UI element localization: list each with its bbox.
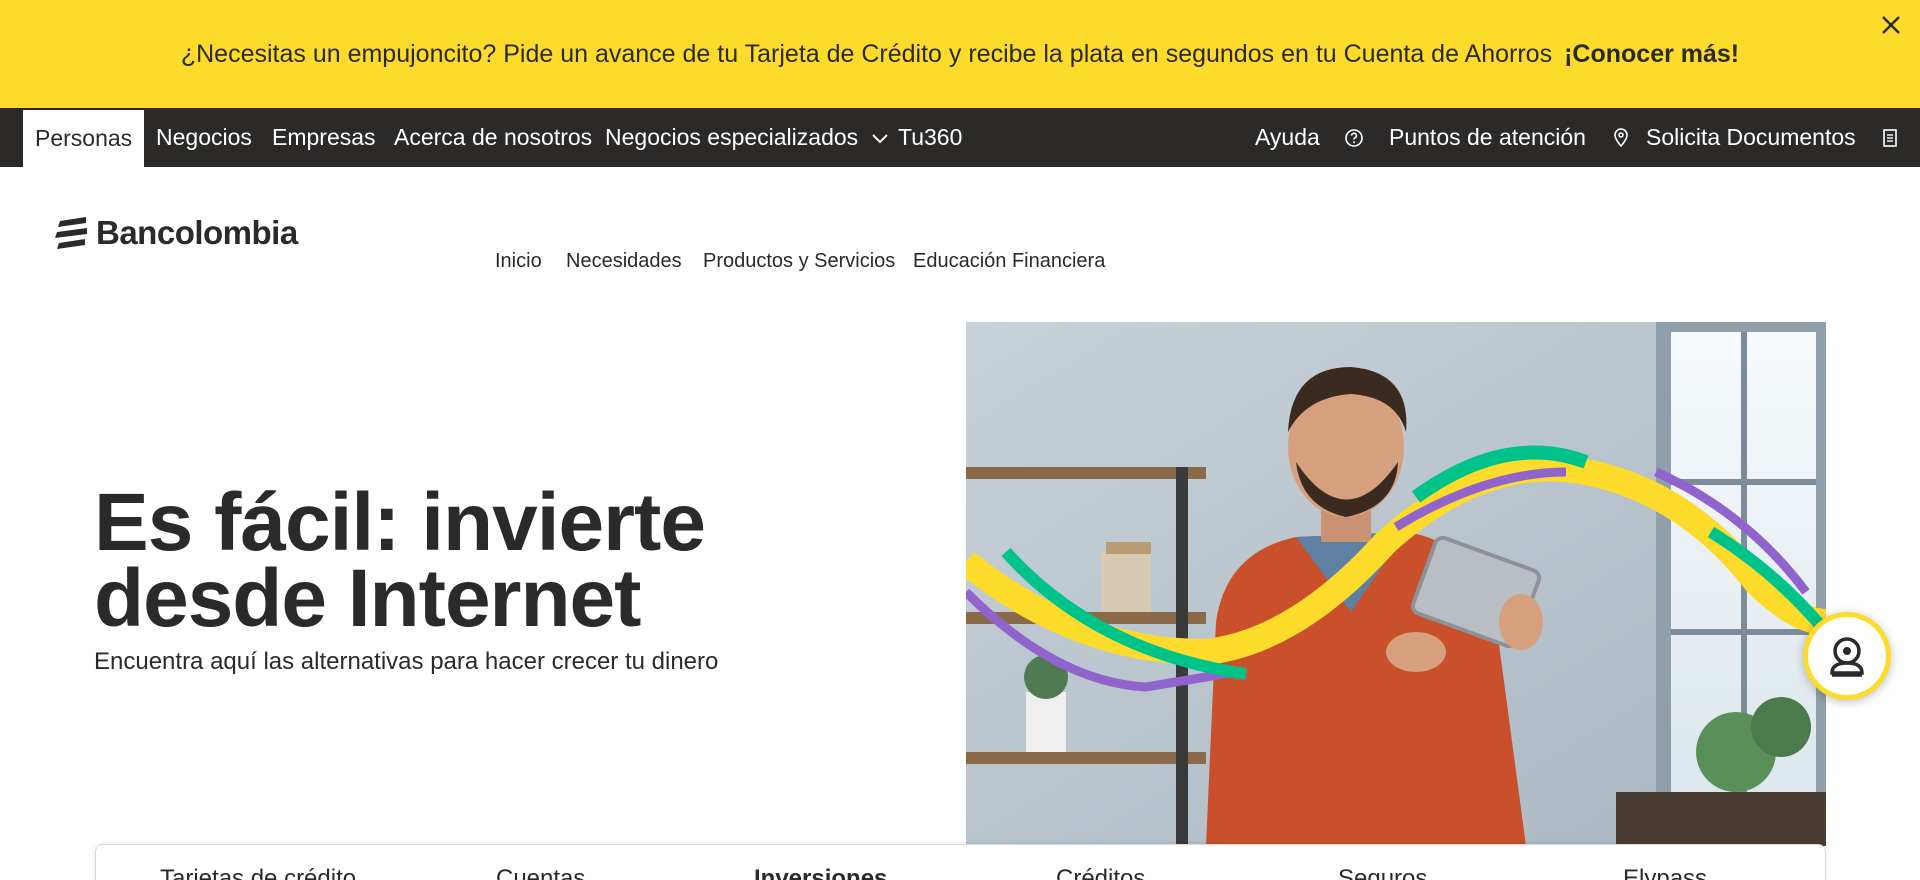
request-documents-link[interactable]: Solicita Documentos [1646,108,1898,167]
segment-tab-label: Acerca de nosotros [394,124,593,150]
announcement-text: ¿Necesitas un empujoncito? Pide un avanc… [180,39,1553,68]
main-nav-inicio[interactable]: Inicio [495,250,542,273]
close-icon[interactable] [1878,12,1904,38]
segment-tab-label: Negocios [156,124,252,150]
main-nav-educacion[interactable]: Educación Financiera [913,250,1105,273]
hero-title: Es fácil: invierte desde Internet [94,477,934,644]
bancolombia-logo[interactable]: Bancolombia [54,213,298,253]
segment-tab-label: Empresas [272,124,376,150]
tab-elypass[interactable]: Elypass [1623,865,1707,880]
virtual-assistant-icon [1830,637,1864,677]
tab-tarjetas-de-credito[interactable]: Tarjetas de crédito [160,865,356,880]
document-icon [1882,128,1897,147]
segment-tab-tu360[interactable]: Tu360 [898,108,962,167]
segment-tab-negocios-especializados[interactable]: Negocios especializados [605,108,890,167]
help-circle-icon [1345,128,1363,147]
service-points-link[interactable]: Puntos de atención [1389,108,1630,167]
hero-image [966,322,1826,846]
hero-title-line: desde Internet [94,553,641,644]
segment-tab-acerca[interactable]: Acerca de nosotros [394,108,592,167]
hero-subtitle: Encuentra aquí las alternativas para hac… [94,648,719,675]
help-label: Ayuda [1255,124,1320,150]
page: ¿Necesitas un empujoncito? Pide un avanc… [0,0,1920,880]
segment-nav: Personas Negocios Empresas Acerca de nos… [0,108,1920,167]
announcement-link[interactable]: ¡Conocer más! [1564,40,1739,69]
brand-name: Bancolombia [96,214,298,251]
segment-tab-negocios[interactable]: Negocios [156,108,252,167]
segment-tab-empresas[interactable]: Empresas [272,108,376,167]
help-link[interactable]: Ayuda [1255,108,1364,167]
hero-title-line: Es fácil: invierte [94,477,706,568]
chevron-down-icon [872,133,888,143]
request-documents-label: Solicita Documentos [1646,124,1856,150]
segment-tab-label: Negocios especializados [605,124,859,150]
product-tabs: Tarjetas de crédito Cuentas Inversiones … [95,844,1826,880]
bancolombia-logo-mark-icon [55,217,87,249]
service-points-label: Puntos de atención [1389,124,1586,150]
tab-inversiones[interactable]: Inversiones [754,865,887,880]
tab-seguros[interactable]: Seguros [1338,865,1427,880]
segment-tab-label: Personas [35,125,133,151]
main-nav-productos[interactable]: Productos y Servicios [703,250,895,273]
announcement-bar: ¿Necesitas un empujoncito? Pide un avanc… [0,0,1920,108]
virtual-assistant-button[interactable] [1803,612,1891,700]
segment-tab-personas[interactable]: Personas [23,110,145,167]
segment-tab-label: Tu360 [898,124,963,150]
main-nav-necesidades[interactable]: Necesidades [566,250,682,273]
tab-creditos[interactable]: Créditos [1056,865,1145,880]
tab-cuentas[interactable]: Cuentas [496,865,585,880]
location-pin-icon [1614,127,1628,147]
